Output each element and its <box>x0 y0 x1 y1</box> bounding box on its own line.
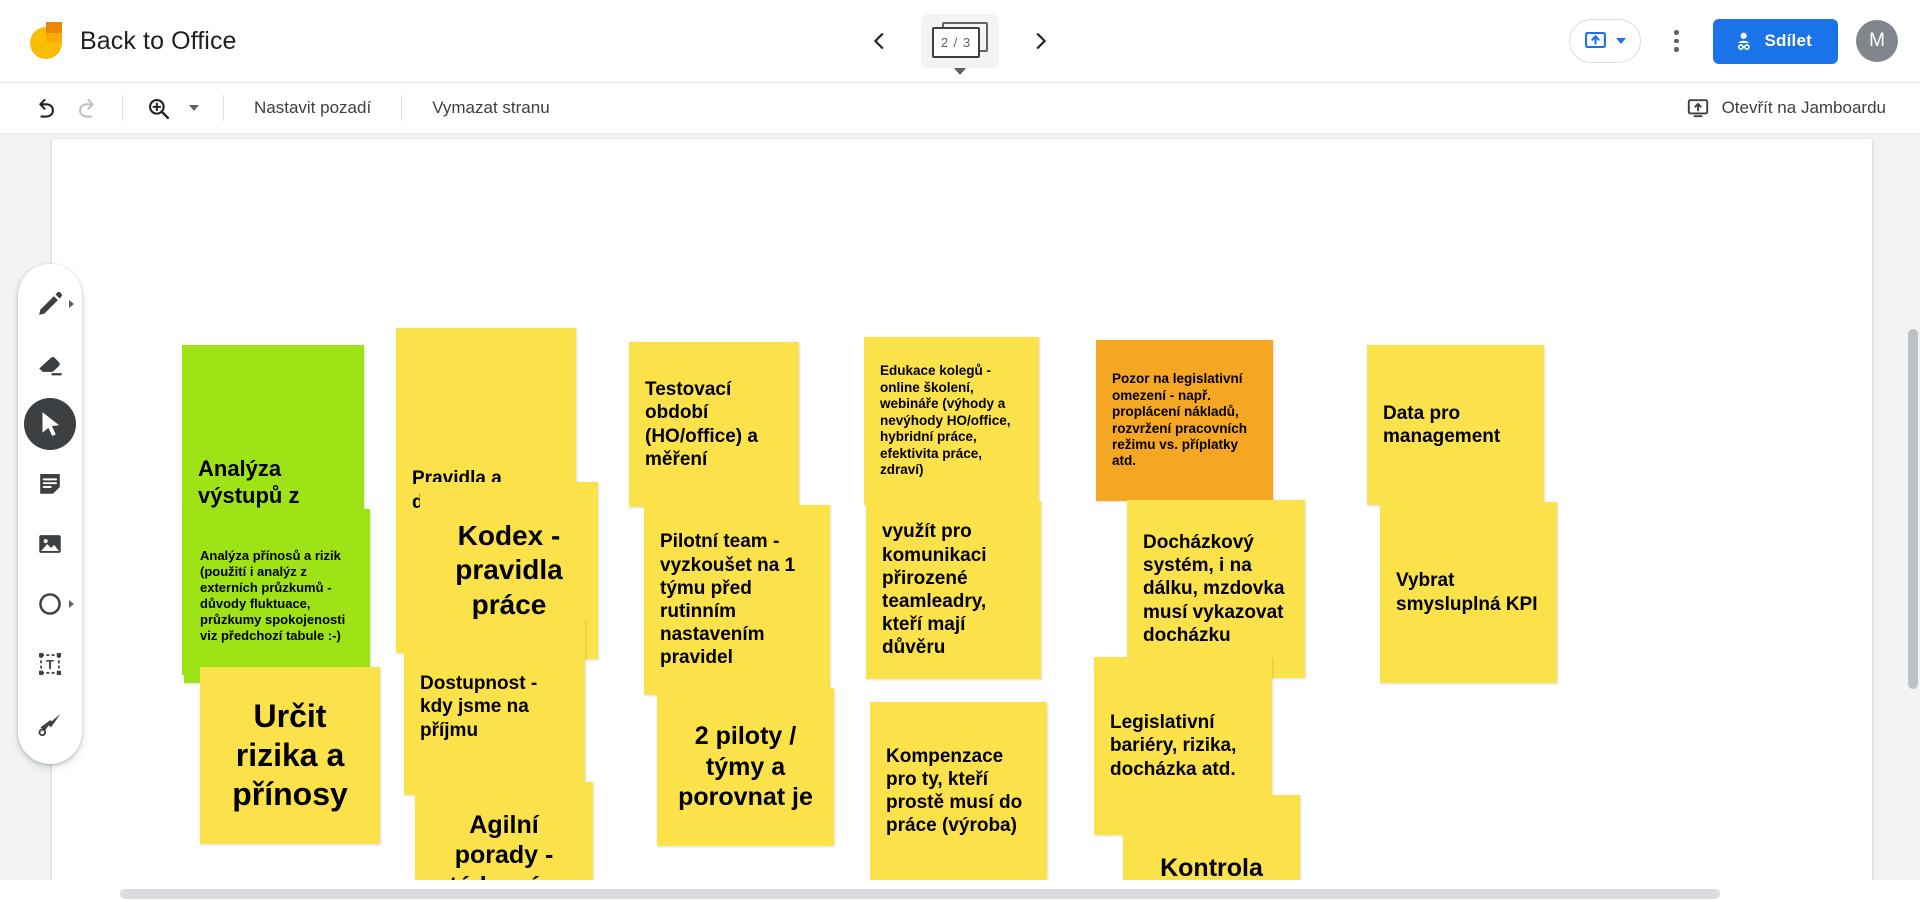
sticky-note[interactable]: Vybrat smysluplná KPI <box>1380 502 1557 683</box>
toolbar-divider <box>401 95 403 121</box>
sticky-note[interactable]: Data pro management <box>1367 345 1544 505</box>
editor-toolbar: Nastavit pozadí Vymazat stranu Otevřít n… <box>0 82 1920 134</box>
sticky-note-text: Legislativní bariéry, rizika, docházka a… <box>1110 712 1237 780</box>
sticky-note[interactable]: Určit rizika a přínosy <box>200 667 380 844</box>
header-right-group: Sdílet M <box>1568 18 1898 64</box>
text-box-tool[interactable]: T <box>24 638 76 690</box>
text-box-icon: T <box>36 650 64 678</box>
undo-icon <box>38 98 54 118</box>
frame-counter: 2 / 3 <box>940 34 972 50</box>
workspace: Analýza výstupů z dotazníků a rozhovorůA… <box>0 134 1920 902</box>
open-on-jamboard-button[interactable]: Otevřít na Jamboardu <box>1676 88 1896 128</box>
circle-shape-icon <box>36 590 64 618</box>
sticky-note-text: Pozor na legislativní omezení - např. pr… <box>1112 371 1248 469</box>
sticky-note-text: Pilotní team - vyzkoušet na 1 týmu před … <box>660 531 796 669</box>
sticky-note-icon <box>36 470 64 498</box>
sticky-note-text: Data pro management <box>1383 402 1501 447</box>
jamboard-logo-icon <box>22 19 62 63</box>
sticky-note-text: Analýza přínosů a rizik (použití i analý… <box>200 548 346 643</box>
open-on-device-icon <box>1687 99 1708 118</box>
toolbar-divider <box>223 95 224 121</box>
shape-tool[interactable] <box>24 578 76 630</box>
frame-stack-icon: 2 / 3 <box>932 21 988 58</box>
sticky-note-text: Testovací období (HO/office) a měření <box>645 379 758 470</box>
select-tool[interactable] <box>24 398 76 450</box>
sticky-note[interactable]: Docházkový systém, i na dálku, mzdovka m… <box>1127 500 1305 678</box>
eraser-icon <box>35 349 65 379</box>
zoom-options-button[interactable] <box>179 88 209 128</box>
set-background-button[interactable]: Nastavit pozadí <box>238 90 387 126</box>
jam-canvas[interactable]: Analýza výstupů z dotazníků a rozhovorůA… <box>52 139 1872 902</box>
chevron-down-icon <box>954 68 966 75</box>
eraser-tool[interactable] <box>24 338 76 390</box>
sticky-note-text: využít pro komunikaci přirozené teamlead… <box>882 521 987 659</box>
tool-rail: T <box>18 264 82 764</box>
frame-navigation: 2 / 3 <box>857 0 1063 82</box>
image-icon <box>36 530 64 558</box>
share-button[interactable]: Sdílet <box>1712 18 1838 64</box>
laser-pointer-icon <box>36 710 64 738</box>
toolbar-right-group: Otevřít na Jamboardu <box>1676 88 1896 128</box>
sticky-note-text: Vybrat smysluplná KPI <box>1396 570 1538 615</box>
cursor-arrow-icon <box>35 409 65 439</box>
tool-flyout-indicator-icon[interactable] <box>69 600 74 608</box>
laser-pointer-tool[interactable] <box>24 698 76 750</box>
sticky-note[interactable]: využít pro komunikaci přirozené teamlead… <box>866 501 1041 679</box>
redo-icon <box>78 98 94 118</box>
undo-button[interactable] <box>24 87 66 129</box>
sticky-note[interactable]: Dostupnost - kdy jsme na příjmu <box>404 619 585 795</box>
sticky-note[interactable]: Edukace kolegů - online školení, webinář… <box>864 337 1039 505</box>
pen-tool[interactable] <box>24 278 76 330</box>
sticky-note-text: Docházkový systém, i na dálku, mzdovka m… <box>1143 532 1285 646</box>
sticky-note-text: 2 piloty / týmy a porovnat je <box>678 722 813 812</box>
sticky-note[interactable]: Kompenzace pro ty, kteří prostě musí do … <box>870 702 1047 880</box>
more-options-button[interactable] <box>1655 19 1699 63</box>
next-frame-button[interactable] <box>1019 19 1063 63</box>
image-tool[interactable] <box>24 518 76 570</box>
sticky-note-text: Určit rizika a přínosy <box>232 697 348 813</box>
present-button[interactable] <box>1568 19 1641 63</box>
horizontal-scrollbar[interactable] <box>120 889 1720 899</box>
sticky-note-text: Kompenzace pro ty, kteří prostě musí do … <box>886 745 1023 837</box>
sticky-note[interactable]: Pilotní team - vyzkoušet na 1 týmu před … <box>644 505 830 695</box>
toolbar-divider <box>122 95 123 121</box>
sticky-note-text: Kodex - pravidla práce <box>455 520 563 620</box>
vertical-scrollbar[interactable] <box>1908 329 1918 689</box>
tool-flyout-indicator-icon[interactable] <box>69 300 74 308</box>
avatar[interactable]: M <box>1856 20 1898 62</box>
sticky-note[interactable]: Testovací období (HO/office) a měření <box>629 342 799 507</box>
zoom-in-icon <box>148 98 169 119</box>
redo-button[interactable] <box>66 87 108 129</box>
sticky-note-tool[interactable] <box>24 458 76 510</box>
sticky-note[interactable]: 2 piloty / týmy a porovnat je <box>657 688 834 846</box>
person-add-icon <box>1737 32 1750 50</box>
sticky-note-text: Dostupnost - kdy jsme na příjmu <box>420 673 538 741</box>
sticky-note-text: Edukace kolegů - online školení, webinář… <box>880 363 1011 478</box>
open-on-jamboard-label: Otevřít na Jamboardu <box>1721 98 1886 117</box>
sticky-note[interactable]: Pozor na legislativní omezení - např. pr… <box>1096 340 1273 501</box>
app-header: Back to Office 2 / 3 Sdílet M <box>0 0 1920 82</box>
more-vertical-icon <box>1674 30 1679 35</box>
pen-icon <box>35 289 65 319</box>
header-left-group: Back to Office <box>22 19 237 63</box>
chevron-down-icon <box>1615 38 1626 44</box>
zoom-button[interactable] <box>137 87 179 129</box>
chevron-down-icon <box>189 105 199 111</box>
svg-text:T: T <box>46 657 54 672</box>
present-to-screen-icon <box>1584 31 1606 49</box>
page-title[interactable]: Back to Office <box>80 27 237 56</box>
share-button-label: Sdílet <box>1764 31 1812 50</box>
frame-picker-button[interactable]: 2 / 3 <box>921 14 999 75</box>
clear-page-button[interactable]: Vymazat stranu <box>416 90 565 126</box>
chevron-right-icon <box>1036 33 1046 49</box>
previous-frame-button[interactable] <box>857 19 901 63</box>
sticky-note[interactable]: Analýza přínosů a rizik (použití i analý… <box>184 509 370 683</box>
chevron-left-icon <box>874 33 884 49</box>
